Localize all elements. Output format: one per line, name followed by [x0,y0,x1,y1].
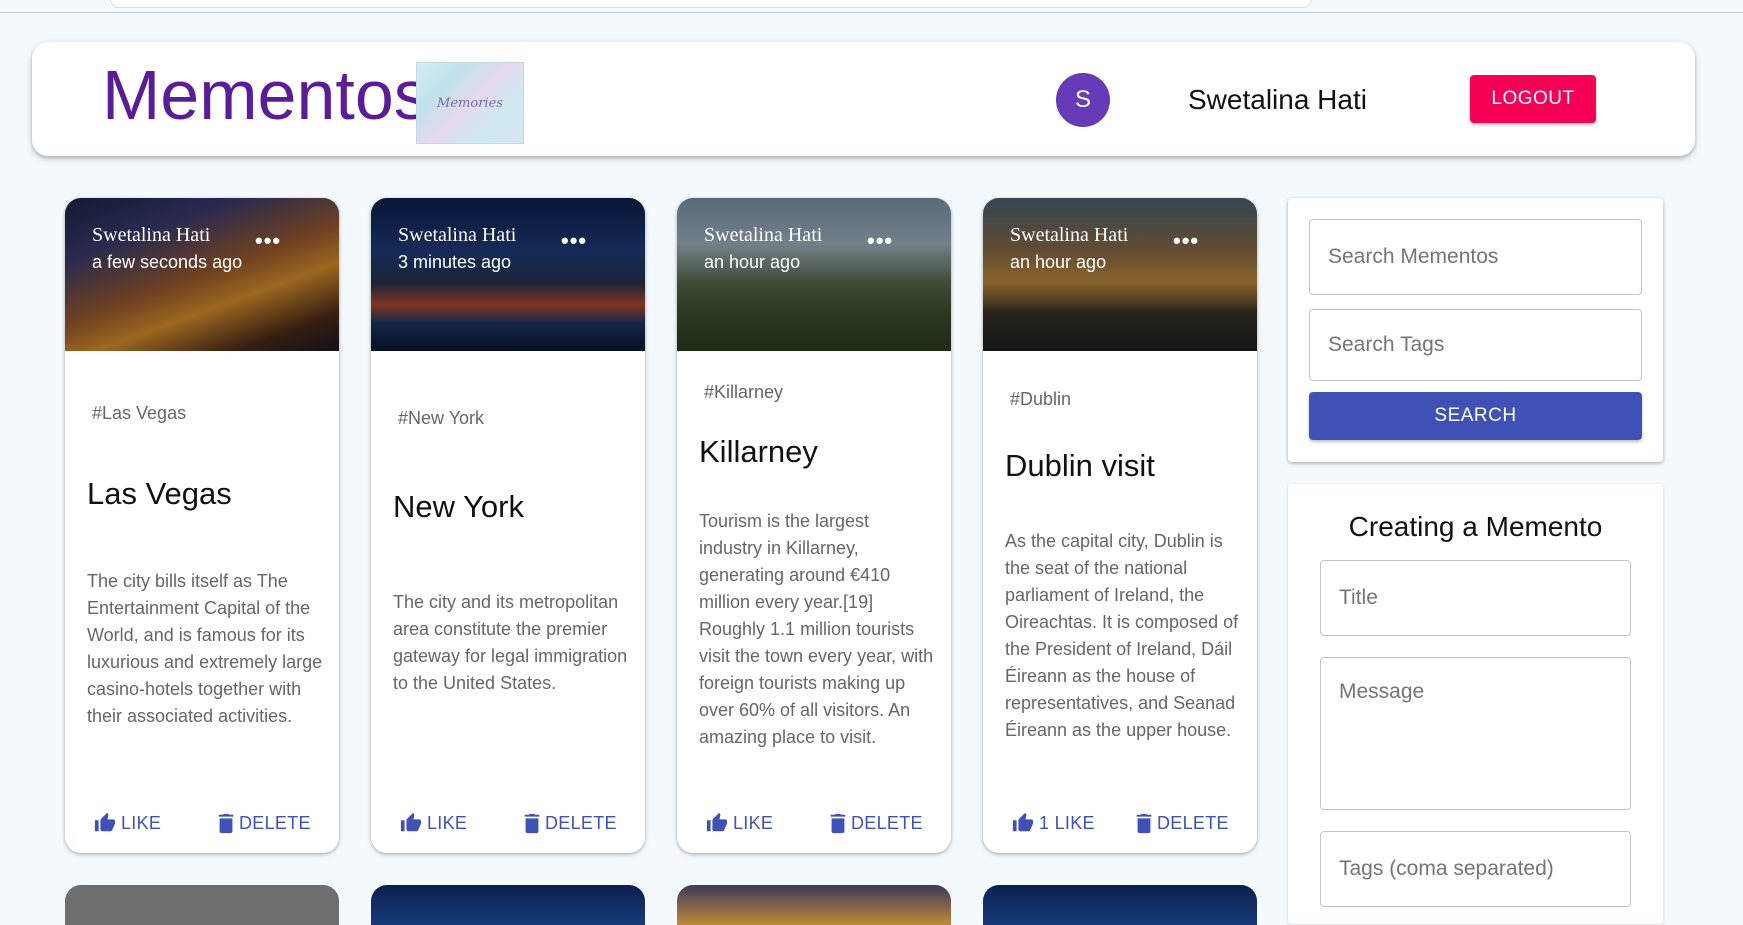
delete-button[interactable]: DELETE [1135,808,1229,838]
user-name: Swetalina Hati [1188,84,1367,115]
card-image [983,198,1257,351]
like-label: LIKE [733,812,774,833]
trash-icon [218,813,234,834]
search-panel: SEARCH [1288,198,1663,462]
delete-label: DELETE [851,812,923,833]
more-options-icon[interactable]: ••• [867,228,893,254]
browser-chrome-strip [0,0,1743,13]
card-time: an hour ago [1010,252,1107,272]
search-button[interactable]: SEARCH [1309,392,1642,440]
card-actions: 1 LIKE DELETE [983,808,1257,838]
like-button[interactable]: 1 LIKE [1011,808,1095,838]
card-author: Swetalina Hati [92,224,211,246]
delete-button[interactable]: DELETE [217,808,311,838]
memories-logo-image: Memories [416,62,524,144]
card-title: Las Vegas [87,476,232,511]
card-actions: LIKE DELETE [677,808,951,838]
thumb-up-icon [400,812,422,832]
memento-card: Swetalina Hati an hour ago ••• #Killarne… [677,198,951,853]
card-image [371,198,645,351]
trash-icon [1136,813,1152,834]
thumb-up-icon [1012,812,1034,832]
like-button[interactable]: LIKE [399,808,467,838]
form-heading: Creating a Memento [1348,511,1603,542]
like-button[interactable]: LIKE [705,808,773,838]
card-message: Tourism is the largest industry in Killa… [699,511,934,747]
card-tags: #New York [398,408,485,428]
card-author: Swetalina Hati [704,224,823,246]
memento-card-partial[interactable] [65,885,339,925]
more-options-icon[interactable]: ••• [561,228,587,254]
card-actions: LIKE DELETE [65,808,339,838]
app-bar: Mementos Memories S Swetalina Hati LOGOU… [32,42,1695,156]
memento-card: Swetalina Hati an hour ago ••• #Dublin D… [983,198,1257,853]
more-options-icon[interactable]: ••• [255,228,281,254]
tags-input[interactable] [1321,832,1630,906]
card-message: The city bills itself as The Entertainme… [87,571,323,726]
delete-button[interactable]: DELETE [523,808,617,838]
delete-label: DELETE [545,812,617,833]
logo-text: Memories [437,95,503,111]
delete-button[interactable]: DELETE [829,808,923,838]
title-field [1320,560,1631,636]
card-time: a few seconds ago [92,252,243,272]
card-author: Swetalina Hati [1010,224,1129,246]
card-author: Swetalina Hati [398,224,517,246]
card-title: New York [393,489,524,524]
title-input[interactable] [1321,561,1630,635]
like-label: LIKE [121,812,162,833]
card-image [677,198,951,351]
card-message: The city and its metropolitan area const… [393,592,628,693]
message-field [1320,657,1631,810]
memento-card-partial[interactable] [677,885,951,925]
logout-button[interactable]: LOGOUT [1470,75,1596,123]
card-title: Dublin visit [1005,448,1155,483]
like-button[interactable]: LIKE [93,808,161,838]
card-image [65,198,339,351]
card-tags: #Killarney [704,382,784,402]
delete-label: DELETE [239,812,311,833]
memento-card-partial[interactable] [371,885,645,925]
message-input[interactable] [1321,658,1630,798]
delete-label: DELETE [1157,812,1229,833]
trash-icon [830,813,846,834]
like-label: LIKE [427,812,468,833]
tags-field [1320,831,1631,907]
card-time: 3 minutes ago [398,252,512,272]
search-mementos-input[interactable] [1310,220,1641,294]
card-actions: LIKE DELETE [371,808,645,838]
search-tags-input[interactable] [1310,310,1641,380]
search-mementos-field [1309,219,1642,295]
card-title: Killarney [699,434,818,469]
like-label: 1 LIKE [1039,812,1095,833]
card-message: As the capital city, Dublin is the seat … [1005,531,1239,740]
card-tags: #Las Vegas [92,403,187,423]
memento-card: Swetalina Hati a few seconds ago ••• #La… [65,198,339,853]
thumb-up-icon [706,812,728,832]
create-memento-form: Creating a Memento [1288,484,1663,924]
more-options-icon[interactable]: ••• [1173,228,1199,254]
card-time: an hour ago [704,252,801,272]
search-tags-field [1309,309,1642,381]
memento-card: Swetalina Hati 3 minutes ago ••• #New Yo… [371,198,645,853]
card-tags: #Dublin [1010,389,1072,409]
brand-title[interactable]: Mementos [102,60,429,130]
trash-icon [524,813,540,834]
memento-card-partial[interactable] [983,885,1257,925]
address-bar-edge [110,0,1312,8]
thumb-up-icon [94,812,116,832]
avatar: S [1056,73,1110,127]
